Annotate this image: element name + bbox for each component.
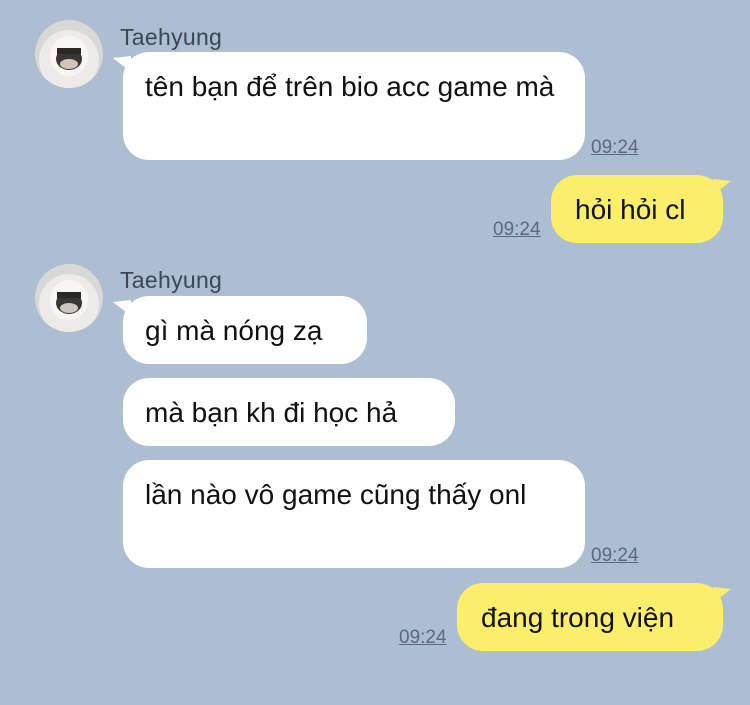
sender-name: Taehyung (120, 24, 223, 50)
incoming-message[interactable]: lần nào vô game cũng thấy onl (123, 460, 585, 568)
bubble-tail (713, 587, 731, 603)
avatar[interactable] (35, 20, 103, 88)
sender-name: Taehyung (120, 267, 223, 293)
outgoing-message[interactable]: hỏi hỏi cl (551, 175, 723, 243)
incoming-message[interactable]: gì mà nóng zạ (123, 296, 367, 364)
bubble-tail (713, 179, 731, 195)
incoming-message[interactable]: tên bạn để trên bio acc game mà (123, 52, 585, 160)
outgoing-message[interactable]: đang trong viện (457, 583, 723, 651)
avatar[interactable] (35, 264, 103, 332)
message-time: 09:24 (399, 627, 447, 648)
message-time: 09:24 (591, 545, 639, 566)
message-time: 09:24 (591, 137, 639, 158)
message-time: 09:24 (493, 219, 541, 240)
incoming-message[interactable]: mà bạn kh đi học hả (123, 378, 455, 446)
